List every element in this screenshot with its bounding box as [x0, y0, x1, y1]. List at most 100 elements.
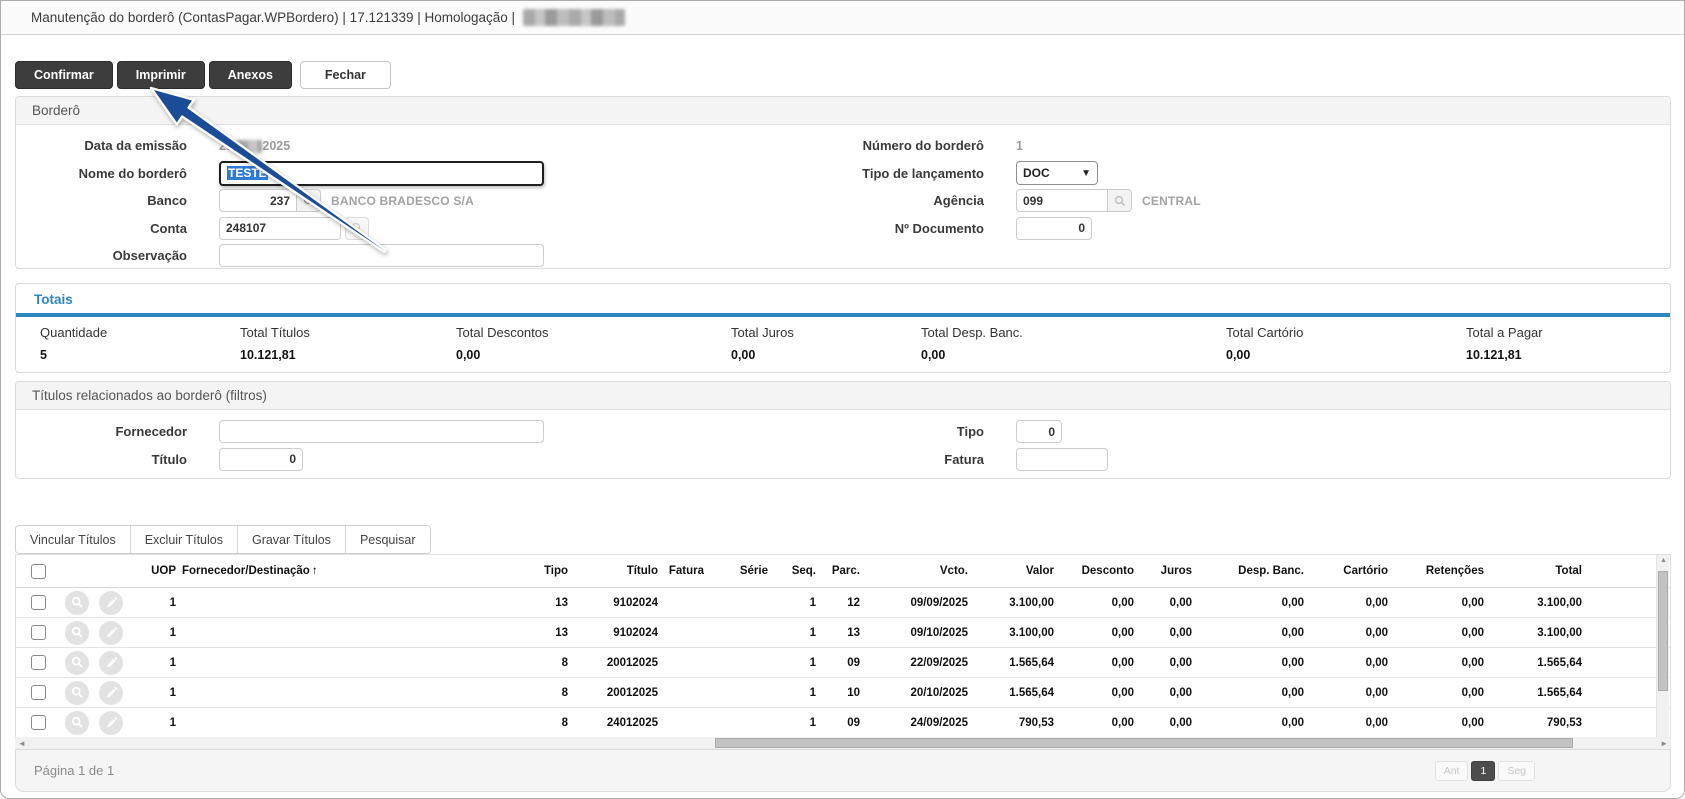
- tipo-lancamento-value: DOC: [1023, 166, 1050, 180]
- cell-cartorio: 0,00: [1304, 657, 1388, 669]
- column-header-retencoes[interactable]: Retenções: [1388, 565, 1484, 577]
- banco-input[interactable]: [219, 189, 297, 212]
- row-view-button[interactable]: [65, 711, 89, 735]
- cell-juros: 0,00: [1134, 717, 1192, 729]
- tipo-lancamento-label: Tipo de lançamento: [778, 166, 984, 181]
- row-checkbox[interactable]: [31, 685, 46, 700]
- search-icon: [71, 656, 84, 669]
- row-edit-button[interactable]: [99, 621, 123, 645]
- column-header-serie[interactable]: Série: [704, 565, 768, 577]
- column-header-tipo[interactable]: Tipo: [512, 565, 568, 577]
- cell-uop: 1: [128, 627, 176, 639]
- cell-total: 790,53: [1484, 717, 1582, 729]
- cell-total: 1.565,64: [1484, 687, 1582, 699]
- column-header-titulo[interactable]: Título: [568, 565, 658, 577]
- table-row: 1 13 9102024 1 12 09/09/2025 3.100,00 0,…: [16, 588, 1670, 618]
- table-row: 1 13 9102024 1 13 09/10/2025 3.100,00 0,…: [16, 618, 1670, 648]
- cell-total: 3.100,00: [1484, 597, 1582, 609]
- title-bar: Manutenção do borderô (ContasPagar.WPBor…: [1, 1, 1684, 35]
- column-header-uop[interactable]: UOP: [128, 565, 176, 577]
- vertical-scrollbar[interactable]: ▲: [1656, 555, 1669, 750]
- column-header-juros[interactable]: Juros: [1134, 565, 1192, 577]
- cell-seq: 1: [768, 657, 816, 669]
- bordero-panel: Borderô Data da emissão 29/2025 Número d…: [15, 96, 1671, 269]
- tipo-filtro-input[interactable]: [1016, 420, 1062, 443]
- gravar-titulos-button[interactable]: Gravar Títulos: [238, 526, 346, 553]
- select-all-checkbox[interactable]: [31, 564, 46, 579]
- row-edit-button[interactable]: [99, 651, 123, 675]
- pesquisar-button[interactable]: Pesquisar: [346, 526, 430, 553]
- horizontal-scrollbar[interactable]: ◄ ►: [15, 737, 1671, 749]
- row-checkbox[interactable]: [31, 655, 46, 670]
- conta-input[interactable]: [219, 217, 341, 240]
- agencia-search-button[interactable]: [1108, 189, 1132, 212]
- row-checkbox[interactable]: [31, 595, 46, 610]
- totais-grid: Quantidade5 Total Títulos10.121,81 Total…: [16, 317, 1670, 372]
- cell-seq: 1: [768, 717, 816, 729]
- prev-page-button[interactable]: Ant: [1435, 761, 1469, 781]
- conta-search-button[interactable]: [345, 217, 369, 240]
- cell-seq: 1: [768, 687, 816, 699]
- confirmar-button[interactable]: Confirmar: [15, 61, 113, 89]
- filtros-panel-header: Títulos relacionados ao borderô (filtros…: [16, 382, 1670, 410]
- totais-panel: Totais Quantidade5 Total Títulos10.121,8…: [15, 283, 1671, 373]
- next-page-button[interactable]: Seg: [1498, 761, 1535, 781]
- column-header-desconto[interactable]: Desconto: [1054, 565, 1134, 577]
- excluir-titulos-button[interactable]: Excluir Títulos: [131, 526, 238, 553]
- column-header-cartorio[interactable]: Cartório: [1304, 565, 1388, 577]
- num-documento-input[interactable]: [1016, 217, 1092, 240]
- cell-valor: 790,53: [968, 717, 1054, 729]
- cell-uop: 1: [128, 657, 176, 669]
- cell-valor: 3.100,00: [968, 627, 1054, 639]
- row-view-button[interactable]: [65, 591, 89, 615]
- vincular-titulos-button[interactable]: Vincular Títulos: [16, 526, 131, 553]
- row-checkbox[interactable]: [31, 715, 46, 730]
- titulo-filtro-input[interactable]: [219, 448, 303, 471]
- column-header-parc[interactable]: Parc.: [816, 565, 860, 577]
- cell-titulo: 9102024: [568, 627, 658, 639]
- scroll-right-icon[interactable]: ►: [1660, 739, 1668, 748]
- row-checkbox[interactable]: [31, 625, 46, 640]
- totais-tab[interactable]: Totais: [16, 284, 1670, 313]
- column-header-vcto[interactable]: Vcto.: [860, 565, 968, 577]
- column-header-fornecedor[interactable]: Fornecedor/Destinação↑: [176, 565, 512, 577]
- agencia-input[interactable]: [1016, 189, 1108, 212]
- cell-juros: 0,00: [1134, 687, 1192, 699]
- imprimir-button[interactable]: Imprimir: [117, 61, 205, 89]
- search-icon: [71, 596, 84, 609]
- fechar-button[interactable]: Fechar: [300, 61, 391, 89]
- banco-search-button[interactable]: [297, 189, 321, 212]
- column-header-seq[interactable]: Seq.: [768, 565, 816, 577]
- page-title: Manutenção do borderô (ContasPagar.WPBor…: [31, 10, 515, 25]
- horizontal-scroll-thumb[interactable]: [715, 738, 1573, 748]
- fornecedor-input[interactable]: [219, 420, 544, 443]
- row-edit-button[interactable]: [99, 711, 123, 735]
- row-view-button[interactable]: [65, 651, 89, 675]
- column-header-desp-banc[interactable]: Desp. Banc.: [1192, 565, 1304, 577]
- fatura-filtro-input[interactable]: [1016, 448, 1108, 471]
- row-edit-button[interactable]: [99, 681, 123, 705]
- anexos-button[interactable]: Anexos: [209, 61, 292, 89]
- column-header-valor[interactable]: Valor: [968, 565, 1054, 577]
- app-window: Manutenção do borderô (ContasPagar.WPBor…: [0, 0, 1685, 799]
- cell-total: 3.100,00: [1484, 627, 1582, 639]
- total-value: 10.121,81: [240, 348, 456, 362]
- cell-vcto: 24/09/2025: [860, 717, 968, 729]
- total-value: 0,00: [456, 348, 731, 362]
- cell-retencoes: 0,00: [1388, 657, 1484, 669]
- row-edit-button[interactable]: [99, 591, 123, 615]
- current-page-button[interactable]: 1: [1471, 761, 1495, 781]
- nome-bordero-input[interactable]: TESTE: [219, 161, 544, 186]
- observacao-input[interactable]: [219, 244, 544, 267]
- row-view-button[interactable]: [65, 681, 89, 705]
- scroll-left-icon[interactable]: ◄: [18, 739, 26, 748]
- vertical-scroll-thumb[interactable]: [1658, 571, 1668, 691]
- tipo-lancamento-select[interactable]: DOC ▼: [1016, 161, 1098, 185]
- column-header-fatura[interactable]: Fatura: [658, 565, 704, 577]
- scroll-up-icon[interactable]: ▲: [1660, 557, 1667, 564]
- row-view-button[interactable]: [65, 621, 89, 645]
- cell-retencoes: 0,00: [1388, 627, 1484, 639]
- column-header-total[interactable]: Total: [1484, 565, 1582, 577]
- cell-tipo: 8: [512, 717, 568, 729]
- titulo-filtro-label: Título: [16, 452, 187, 467]
